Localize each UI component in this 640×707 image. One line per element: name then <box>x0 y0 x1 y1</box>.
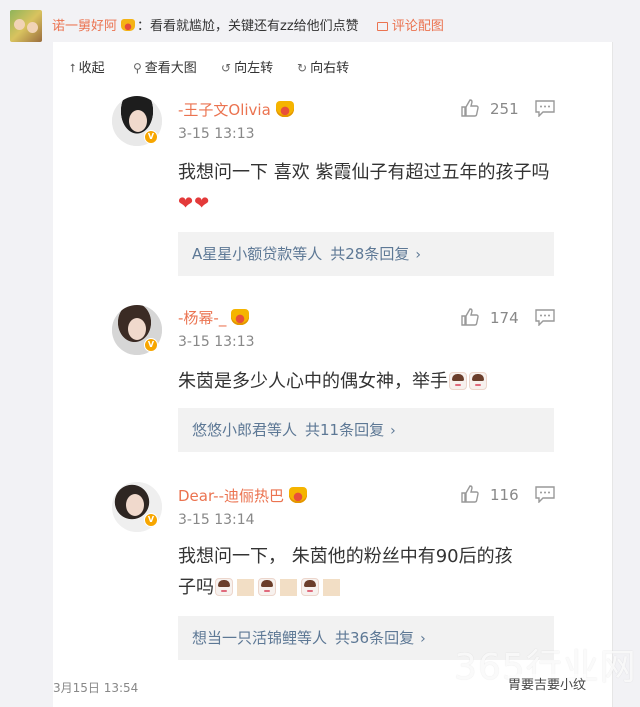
comment-text-content: 朱茵是多少人心中的偶女神，举手 <box>178 371 448 392</box>
reply-summary[interactable]: A星星小额贷款等人 共28条回复 › <box>178 232 554 276</box>
reply-users: A星星小额贷款等人 <box>192 245 323 263</box>
heart-emoji-icon: ❤❤ <box>178 193 211 214</box>
reply-summary[interactable]: 悠悠小郎君等人 共11条回复 › <box>178 408 554 452</box>
comment-image-link[interactable]: 评论配图 <box>376 19 444 34</box>
username-text: -王子文Olivia <box>178 101 271 119</box>
reply-users: 想当一只活锦鲤等人 <box>192 629 328 647</box>
thumbs-up-icon <box>461 99 479 117</box>
comment-text: 朱茵是多少人心中的偶女神，举手 <box>178 366 563 397</box>
comment-time: 3-15 13:13 <box>178 126 255 142</box>
avatar-face <box>27 22 38 33</box>
view-large-label: 查看大图 <box>144 61 197 76</box>
avatar-face <box>126 494 144 516</box>
girl-emoji-icon <box>449 372 467 390</box>
reply-count: 共36条回复 <box>335 629 415 647</box>
watermark-account: 胃要吉要小纹 <box>508 674 587 693</box>
girl-emoji-icon <box>215 578 233 596</box>
comment-text-content: 子吗 <box>178 577 214 598</box>
post-author[interactable]: 诺一舅好阿 <box>52 19 117 34</box>
comment-time: 3-15 13:14 <box>178 512 255 528</box>
comment-username[interactable]: -王子文Olivia <box>178 99 294 120</box>
collapse-button[interactable]: ⭡ 收起 <box>70 57 105 76</box>
username-text: -杨幂-_ <box>178 309 227 327</box>
rotate-right-icon: ↻ <box>297 61 308 75</box>
chevron-right-icon: › <box>390 423 396 439</box>
unknown-emoji-icon <box>323 579 340 596</box>
girl-emoji-icon <box>301 578 319 596</box>
like-button[interactable]: 251 <box>460 98 519 118</box>
arrow-up-icon: ⭡ <box>70 61 76 75</box>
avatar-face <box>129 110 147 132</box>
comment-text-line: 我想问一下， 朱茵他的粉丝中有90后的孩 <box>178 546 513 567</box>
like-count: 174 <box>490 309 519 327</box>
view-large-button[interactable]: ⚲ 查看大图 <box>133 57 197 76</box>
reply-count: 共11条回复 <box>305 421 385 439</box>
reply-icon[interactable] <box>535 486 555 503</box>
post-comment-text: ：看看就尴尬，关键还有zz给他们点赞 <box>137 19 359 34</box>
avatar-face <box>14 19 25 30</box>
comment-username[interactable]: Dear--迪俪热巴 <box>178 485 308 506</box>
like-button[interactable]: 174 <box>460 307 519 327</box>
search-icon: ⚲ <box>133 61 142 75</box>
like-count: 251 <box>490 100 519 118</box>
post-line: 诺一舅好阿 ：看看就尴尬，关键还有zz给他们点赞 评论配图 <box>52 15 444 34</box>
girl-emoji-icon <box>469 372 487 390</box>
comment-text-line: 子吗 <box>178 572 578 603</box>
unknown-emoji-icon <box>280 579 297 596</box>
like-button[interactable]: 116 <box>460 484 519 504</box>
verified-icon: V <box>144 338 158 352</box>
post-timestamp: 3月15日 13:54 <box>53 681 139 695</box>
crown-icon <box>289 487 308 503</box>
card-border <box>612 42 613 707</box>
crown-icon <box>121 19 136 31</box>
rotate-right-label: 向右转 <box>310 61 350 76</box>
reply-count: 共28条回复 <box>330 245 410 263</box>
comment-text: 我想问一下， 朱茵他的粉丝中有90后的孩 子吗 <box>178 541 578 603</box>
picture-icon <box>376 22 388 31</box>
rotate-left-button[interactable]: ↺ 向左转 <box>221 57 273 76</box>
thumbs-up-icon <box>461 485 479 503</box>
rotate-right-button[interactable]: ↻ 向右转 <box>297 57 349 76</box>
reply-icon[interactable] <box>535 309 555 326</box>
verified-icon: V <box>144 130 158 144</box>
user-avatar[interactable] <box>10 10 42 42</box>
reply-users: 悠悠小郎君等人 <box>192 421 298 439</box>
collapse-label: 收起 <box>78 61 105 76</box>
crown-icon <box>231 309 250 325</box>
comment-text: 我想问一下 喜欢 紫霞仙子有超过五年的孩子吗 ❤❤ <box>178 157 563 219</box>
chevron-right-icon: › <box>420 631 426 647</box>
comment-username[interactable]: -杨幂-_ <box>178 307 250 328</box>
like-count: 116 <box>490 486 519 504</box>
image-toolbar: ⭡ 收起 ⚲ 查看大图 ↺ 向左转 ↻ 向右转 <box>53 42 613 86</box>
reply-icon[interactable] <box>535 100 555 117</box>
chevron-right-icon: › <box>415 247 421 263</box>
rotate-left-label: 向左转 <box>234 61 274 76</box>
unknown-emoji-icon <box>237 579 254 596</box>
thumbs-up-icon <box>461 308 479 326</box>
girl-emoji-icon <box>258 578 276 596</box>
verified-icon: V <box>144 513 158 527</box>
weibo-comment-header: 诺一舅好阿 ：看看就尴尬，关键还有zz给他们点赞 评论配图 <box>0 0 640 48</box>
comment-text-content: 我想问一下 喜欢 紫霞仙子有超过五年的孩子吗 <box>178 162 550 183</box>
comment-image-label: 评论配图 <box>391 19 444 34</box>
avatar-face <box>128 318 146 340</box>
rotate-left-icon: ↺ <box>221 61 232 75</box>
comment-time: 3-15 13:13 <box>178 334 255 350</box>
username-text: Dear--迪俪热巴 <box>178 487 285 505</box>
crown-icon <box>275 101 294 117</box>
